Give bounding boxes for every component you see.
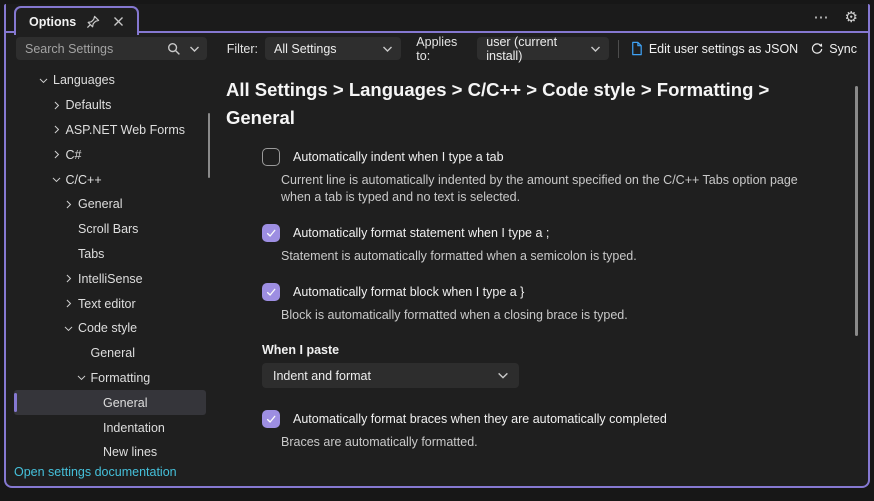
open-settings-documentation-link[interactable]: Open settings documentation — [14, 465, 177, 479]
setting-description: Statement is automatically formatted whe… — [281, 248, 826, 265]
chevron-right-icon[interactable] — [63, 297, 74, 311]
tree-item-scroll-bars[interactable]: Scroll Bars — [6, 217, 206, 242]
json-file-icon — [629, 41, 644, 56]
filter-label: Filter: — [227, 42, 258, 56]
checkbox-checked-icon[interactable] — [262, 410, 280, 428]
when-i-paste-select[interactable]: Indent and format — [262, 363, 519, 388]
tree-item-intellisense[interactable]: IntelliSense — [6, 266, 206, 291]
tree-item-aspnet-web-forms[interactable]: ASP.NET Web Forms — [6, 118, 206, 143]
sync-icon — [810, 42, 824, 56]
setting-description: Block is automatically formatted when a … — [281, 307, 826, 324]
chevron-right-icon[interactable] — [63, 272, 74, 286]
content-scrollbar[interactable] — [855, 86, 858, 336]
tree-item-cpp-general[interactable]: General — [6, 192, 206, 217]
sync-button[interactable]: Sync — [807, 40, 860, 58]
search-options-chevron-icon[interactable] — [189, 44, 200, 54]
tree-item-defaults[interactable]: Defaults — [6, 93, 206, 118]
edit-json-button[interactable]: Edit user settings as JSON — [626, 39, 801, 58]
options-dialog: Options ⋯ ⚙ Search Settings — [4, 4, 870, 488]
checkbox-checked-icon[interactable] — [262, 283, 280, 301]
chevron-down-icon[interactable] — [51, 173, 62, 187]
chevron-down-icon[interactable] — [38, 73, 49, 87]
toolbar-divider — [618, 40, 619, 58]
search-placeholder: Search Settings — [25, 42, 167, 56]
applies-to-value: user (current install) — [486, 35, 590, 63]
tree-item-new-lines[interactable]: New lines — [6, 440, 206, 465]
when-i-paste-value: Indent and format — [273, 369, 371, 383]
setting-description: Braces are automatically formatted. — [281, 434, 826, 451]
chevron-down-icon[interactable] — [63, 321, 74, 335]
tree-item-code-style[interactable]: Code style — [6, 316, 206, 341]
sync-label: Sync — [829, 42, 857, 56]
tree-item-languages[interactable]: Languages — [6, 68, 206, 93]
search-input[interactable]: Search Settings — [16, 37, 207, 60]
chevron-down-icon — [382, 44, 393, 54]
tree-item-csharp[interactable]: C# — [6, 142, 206, 167]
setting-auto-indent-tab[interactable]: Automatically indent when I type a tab — [262, 148, 868, 166]
tab-strip: Options ⋯ ⚙ — [6, 4, 868, 33]
tree-item-tabs[interactable]: Tabs — [6, 242, 206, 267]
chevron-right-icon[interactable] — [51, 148, 62, 162]
checkbox-checked-icon[interactable] — [262, 224, 280, 242]
tree-item-formatting[interactable]: Formatting — [6, 366, 206, 391]
filter-select[interactable]: All Settings — [265, 37, 401, 60]
pin-icon[interactable] — [85, 14, 101, 30]
close-icon[interactable] — [110, 14, 126, 30]
more-options-icon[interactable]: ⋯ — [814, 9, 830, 27]
tree-item-text-editor[interactable]: Text editor — [6, 291, 206, 316]
tree-item-code-style-general[interactable]: General — [6, 341, 206, 366]
tab-title: Options — [29, 15, 76, 29]
chevron-right-icon[interactable] — [63, 197, 74, 211]
tree-item-cpp[interactable]: C/C++ — [6, 167, 206, 192]
tree-scrollbar[interactable] — [208, 113, 211, 178]
chevron-down-icon — [497, 370, 509, 381]
tab-options[interactable]: Options — [14, 6, 139, 35]
gear-icon[interactable]: ⚙ — [845, 9, 858, 27]
chevron-right-icon[interactable] — [51, 98, 62, 112]
setting-auto-format-statement[interactable]: Automatically format statement when I ty… — [262, 224, 868, 242]
settings-tree: Languages Defaults ASP.NET Web Forms C# … — [6, 64, 212, 486]
applies-to-label: Applies to: — [416, 35, 470, 63]
applies-to-select[interactable]: user (current install) — [477, 37, 609, 60]
toolbar: Search Settings Filter: All Settings App… — [6, 33, 868, 64]
when-i-paste-label: When I paste — [262, 343, 868, 357]
setting-auto-format-block[interactable]: Automatically format block when I type a… — [262, 283, 868, 301]
edit-json-label: Edit user settings as JSON — [649, 42, 798, 56]
chevron-down-icon — [590, 44, 601, 54]
setting-auto-format-braces[interactable]: Automatically format braces when they ar… — [262, 410, 868, 428]
tree-item-formatting-general[interactable]: General — [14, 390, 206, 415]
checkbox-unchecked-icon[interactable] — [262, 148, 280, 166]
search-icon[interactable] — [167, 42, 181, 56]
chevron-down-icon[interactable] — [76, 371, 87, 385]
tree-item-indentation[interactable]: Indentation — [6, 415, 206, 440]
breadcrumb: All Settings > Languages > C/C++ > Code … — [226, 76, 816, 132]
filter-value: All Settings — [274, 42, 337, 56]
settings-page: All Settings > Languages > C/C++ > Code … — [212, 64, 868, 486]
setting-description: Current line is automatically indented b… — [281, 172, 826, 206]
chevron-right-icon[interactable] — [51, 123, 62, 137]
